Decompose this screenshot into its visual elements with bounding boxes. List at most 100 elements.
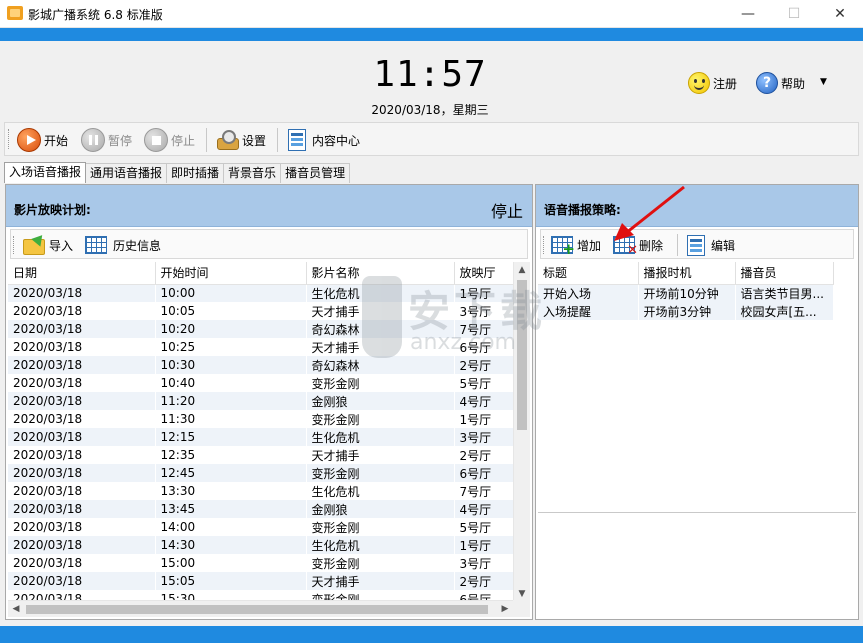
column-header-announcer[interactable]: 播音员 — [735, 262, 834, 285]
tab-instant-insert[interactable]: 即时插播 — [166, 163, 225, 183]
cell-hall: 1号厅 — [454, 284, 515, 302]
toolbar-separator — [206, 128, 207, 152]
settings-button[interactable]: 设置 — [215, 128, 266, 152]
cell-film-name: 生化危机 — [306, 284, 455, 302]
cell-date: 2020/03/18 — [8, 374, 156, 392]
scroll-right-icon[interactable]: ▶ — [497, 601, 513, 617]
table-row[interactable]: 开始入场 开场前10分钟 语言类节目男... — [538, 284, 834, 302]
cell-film-name: 变形金刚 — [306, 410, 455, 428]
minimize-button[interactable]: — — [725, 0, 771, 28]
scroll-left-icon[interactable]: ◀ — [8, 601, 24, 617]
column-header-date[interactable]: 日期 — [8, 262, 156, 285]
stop-button[interactable]: 停止 — [144, 128, 195, 152]
table-row[interactable]: 2020/03/18 10:30 奇幻森林 2号厅 — [8, 356, 515, 374]
cell-start-time: 15:05 — [155, 572, 307, 590]
table-row[interactable]: 2020/03/18 12:35 天才捕手 2号厅 — [8, 446, 515, 464]
toolbar-grip[interactable] — [543, 236, 546, 254]
add-label: 增加 — [577, 238, 602, 253]
toolbar-grip[interactable] — [13, 236, 16, 254]
app-icon — [7, 6, 23, 20]
horizontal-scrollbar[interactable]: ◀ ▶ — [8, 600, 513, 617]
column-header-film-name[interactable]: 影片名称 — [306, 262, 455, 285]
cell-start-time: 12:15 — [155, 428, 307, 446]
table-row[interactable]: 2020/03/18 10:00 生化危机 1号厅 — [8, 284, 515, 302]
cell-hall: 2号厅 — [454, 446, 515, 464]
table-row[interactable]: 2020/03/18 13:30 生化危机 7号厅 — [8, 482, 515, 500]
delete-button[interactable]: 删除 — [613, 234, 663, 258]
column-header-start-time[interactable]: 开始时间 — [155, 262, 307, 285]
schedule-panel: 影片放映计划: 停止 导入 历史信息 日期 开始时间 影片名称 放映厅 2020… — [5, 184, 533, 620]
playback-status: 停止 — [490, 202, 523, 221]
cell-announcer: 校园女声[五... — [735, 302, 834, 320]
table-row[interactable]: 入场提醒 开场前3分钟 校园女声[五... — [538, 302, 834, 320]
tab-entry-announcement[interactable]: 入场语音播报 — [4, 162, 87, 183]
close-button[interactable]: ✕ — [817, 0, 863, 28]
table-row[interactable]: 2020/03/18 10:40 变形金刚 5号厅 — [8, 374, 515, 392]
vertical-scrollbar[interactable]: ▲ ▼ — [513, 262, 530, 602]
tab-background-music[interactable]: 背景音乐 — [223, 163, 282, 183]
scrollbar-corner — [513, 600, 530, 617]
cell-start-time: 11:30 — [155, 410, 307, 428]
table-row[interactable]: 2020/03/18 13:45 金刚狼 4号厅 — [8, 500, 515, 518]
import-label: 导入 — [49, 238, 74, 253]
maximize-button[interactable]: ☐ — [771, 0, 817, 28]
content-center-button[interactable]: 内容中心 — [288, 128, 360, 152]
cell-film-name: 天才捕手 — [306, 338, 455, 356]
start-label: 开始 — [44, 133, 69, 148]
cell-hall: 3号厅 — [454, 554, 515, 572]
main-toolbar: 开始 暂停 停止 设置 内容中心 — [4, 122, 859, 156]
scrollbar-thumb[interactable] — [517, 280, 527, 430]
help-button[interactable]: ? 帮助 — [756, 71, 805, 95]
column-header-hall[interactable]: 放映厅 — [454, 262, 515, 285]
chevron-down-icon[interactable]: ▼ — [820, 77, 827, 87]
cell-hall: 3号厅 — [454, 302, 515, 320]
pause-button[interactable]: 暂停 — [81, 128, 132, 152]
cell-film-name: 变形金刚 — [306, 518, 455, 536]
scrollbar-thumb[interactable] — [26, 605, 488, 614]
edit-button[interactable]: 编辑 — [687, 234, 735, 256]
add-button[interactable]: 增加 — [551, 234, 602, 258]
table-row[interactable]: 2020/03/18 15:05 天才捕手 2号厅 — [8, 572, 515, 590]
tab-strip: 入场语音播报 通用语音播报 即时插播 背景音乐 播音员管理 — [4, 162, 351, 183]
table-row[interactable]: 2020/03/18 11:30 变形金刚 1号厅 — [8, 410, 515, 428]
column-header-title[interactable]: 标题 — [538, 262, 639, 285]
cell-film-name: 变形金刚 — [306, 374, 455, 392]
cell-date: 2020/03/18 — [8, 428, 156, 446]
table-row[interactable]: 2020/03/18 10:25 天才捕手 6号厅 — [8, 338, 515, 356]
document-icon — [288, 129, 306, 151]
table-row[interactable]: 2020/03/18 12:45 变形金刚 6号厅 — [8, 464, 515, 482]
smiley-icon — [688, 72, 710, 94]
tab-announcer-management[interactable]: 播音员管理 — [280, 163, 351, 183]
toolbar-separator — [277, 128, 278, 152]
cell-date: 2020/03/18 — [8, 554, 156, 572]
add-icon — [551, 236, 575, 258]
bottom-accent-bar — [0, 626, 863, 643]
register-button[interactable]: 注册 — [688, 71, 737, 95]
column-header-timing[interactable]: 播报时机 — [638, 262, 736, 285]
start-button[interactable]: 开始 — [17, 128, 68, 152]
cell-title: 开始入场 — [538, 284, 639, 302]
cell-announcer: 语言类节目男... — [735, 284, 834, 302]
table-row[interactable]: 2020/03/18 12:15 生化危机 3号厅 — [8, 428, 515, 446]
table-header-row: 标题 播报时机 播音员 — [538, 262, 834, 285]
table-row[interactable]: 2020/03/18 10:05 天才捕手 3号厅 — [8, 302, 515, 320]
cell-date: 2020/03/18 — [8, 338, 156, 356]
table-row[interactable]: 2020/03/18 14:30 生化危机 1号厅 — [8, 536, 515, 554]
import-button[interactable]: 导入 — [23, 234, 73, 256]
cell-hall: 6号厅 — [454, 338, 515, 356]
cell-timing: 开场前3分钟 — [638, 302, 736, 320]
table-row[interactable]: 2020/03/18 14:00 变形金刚 5号厅 — [8, 518, 515, 536]
tab-general-announcement[interactable]: 通用语音播报 — [85, 163, 168, 183]
table-row[interactable]: 2020/03/18 10:20 奇幻森林 7号厅 — [8, 320, 515, 338]
history-button[interactable]: 历史信息 — [85, 234, 161, 256]
cell-hall: 4号厅 — [454, 500, 515, 518]
cell-hall: 5号厅 — [454, 518, 515, 536]
table-row[interactable]: 2020/03/18 11:20 金刚狼 4号厅 — [8, 392, 515, 410]
cell-film-name: 变形金刚 — [306, 554, 455, 572]
toolbar-grip[interactable] — [8, 129, 11, 149]
top-accent-bar — [0, 28, 863, 41]
cell-film-name: 生化危机 — [306, 428, 455, 446]
title-bar: 影城广播系统 6.8 标准版 — ☐ ✕ — [0, 0, 863, 28]
table-row[interactable]: 2020/03/18 15:00 变形金刚 3号厅 — [8, 554, 515, 572]
scroll-up-icon[interactable]: ▲ — [514, 262, 530, 278]
